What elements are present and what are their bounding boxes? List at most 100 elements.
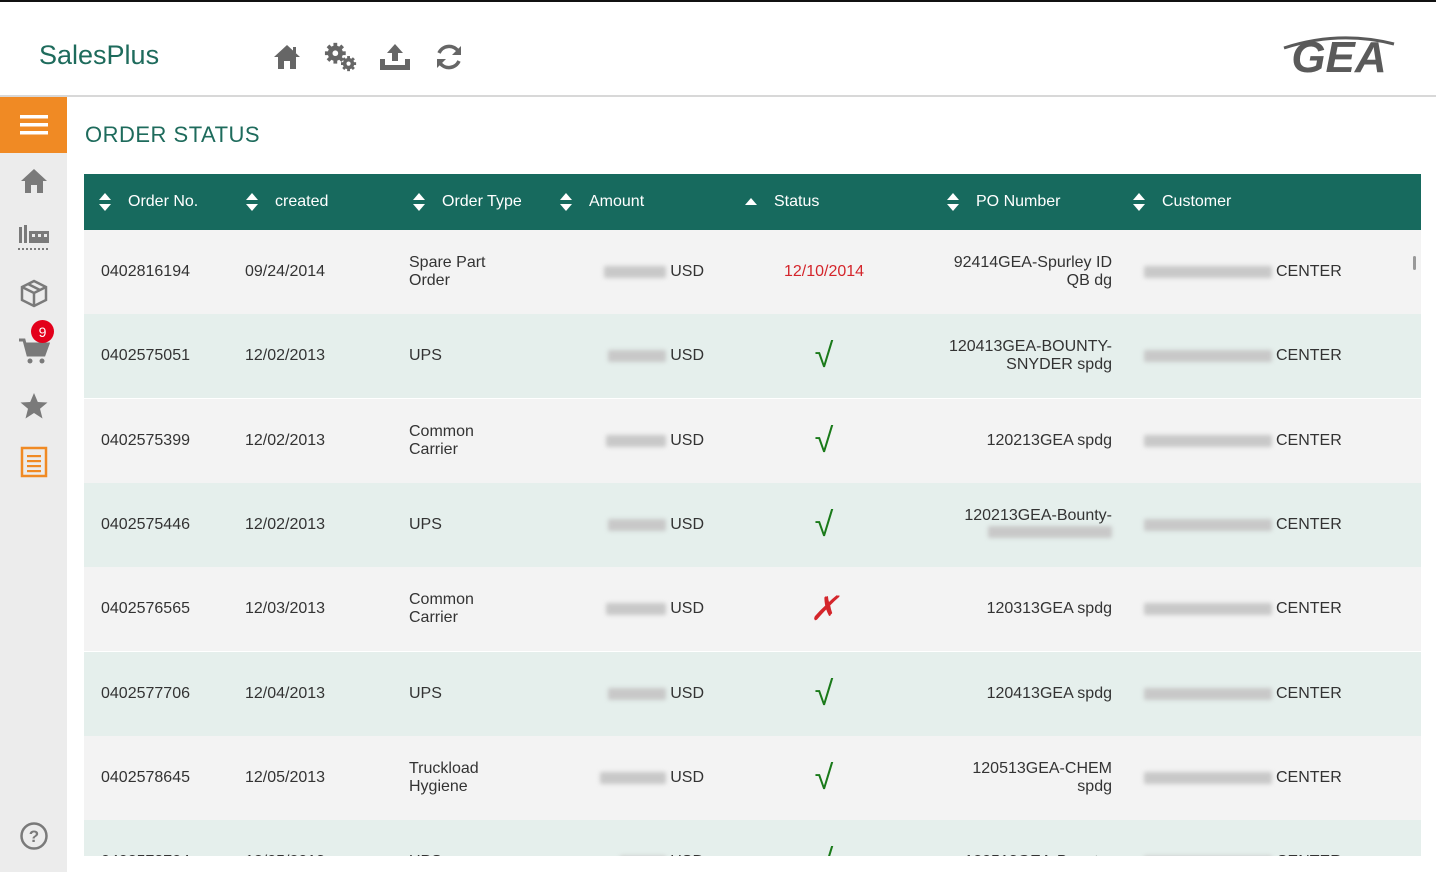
table-row[interactable]: 0402578645 12/05/2013 Truckload Hygiene USD √…	[84, 735, 1421, 820]
order-number[interactable]: 0402816194	[101, 230, 190, 314]
settings-gears-icon[interactable]	[324, 40, 358, 74]
status: √	[764, 314, 884, 398]
amount: USD	[584, 736, 704, 820]
status-value: 12/10/2014	[783, 263, 865, 280]
factory-icon[interactable]	[16, 219, 52, 255]
customer-suffix: CENTER	[1276, 347, 1342, 365]
order-number[interactable]: 0402575446	[101, 483, 190, 567]
table-row[interactable]: 0402576565 12/03/2013 Common Carrier USD ✗ 120…	[84, 567, 1421, 652]
column-header-created[interactable]: created	[245, 174, 328, 230]
redacted-po-text	[988, 525, 1112, 538]
order-type: UPS	[409, 314, 529, 398]
column-header-order-type[interactable]: Order Type	[412, 174, 522, 230]
column-header-status[interactable]: Status	[744, 174, 819, 230]
sort-toggle-icon	[98, 192, 112, 212]
status-value: √	[814, 421, 834, 460]
status: √	[764, 736, 884, 820]
column-header-amount[interactable]: Amount	[559, 174, 644, 230]
order-number[interactable]: 0402578645	[101, 736, 190, 820]
order-number[interactable]: 0402578704	[101, 820, 190, 856]
amount-currency: USD	[670, 853, 704, 856]
po-number-line: spdg	[1077, 777, 1112, 795]
status: √	[764, 483, 884, 567]
po-number: 120513GEA-CHEM spdg	[944, 736, 1112, 820]
help-icon[interactable]: ?	[16, 818, 52, 854]
amount: USD	[584, 652, 704, 736]
star-icon[interactable]	[16, 388, 52, 424]
customer: CENTER	[1144, 399, 1364, 483]
order-type-line: Order	[409, 272, 450, 289]
table-row[interactable]: 0402578704 12/05/2013 UPS USD √ 120513GEA-Bou…	[84, 820, 1421, 856]
redacted-customer	[1144, 434, 1272, 447]
customer: CENTER	[1144, 820, 1364, 856]
table-row[interactable]: 0402575399 12/02/2013 Common Carrier USD √ 120…	[84, 398, 1421, 483]
customer: CENTER	[1144, 483, 1364, 567]
table-row[interactable]: 0402575446 12/02/2013 UPS USD √ 120213GEA-Bou…	[84, 482, 1421, 567]
po-number-line: 120213GEA-Bounty-	[964, 506, 1112, 524]
package-icon[interactable]	[16, 275, 52, 311]
order-type-line: UPS	[409, 515, 442, 533]
column-header-customer[interactable]: Customer	[1132, 174, 1231, 230]
order-type: UPS	[409, 483, 529, 567]
menu-button[interactable]	[0, 97, 67, 153]
column-label: created	[275, 193, 329, 210]
po-number: 120313GEA spdg	[944, 567, 1112, 651]
order-status-table: Order No. created Order Type Amount Stat…	[84, 174, 1421, 856]
order-number[interactable]: 0402575399	[101, 399, 190, 483]
redacted-amount	[604, 266, 667, 278]
table-scrollbar[interactable]	[1413, 256, 1416, 270]
po-number: 120213GEA spdg	[944, 399, 1112, 483]
customer-suffix: CENTER	[1276, 853, 1342, 856]
order-type-line: Common	[409, 422, 474, 440]
order-list-icon[interactable]	[16, 444, 52, 480]
order-number[interactable]: 0402577706	[101, 652, 190, 736]
sort-toggle-icon	[245, 192, 259, 212]
status-value: √	[815, 845, 834, 856]
column-label: Order No.	[128, 193, 199, 210]
redacted-customer	[1144, 266, 1272, 278]
amount: USD	[584, 399, 704, 483]
table-row[interactable]: 0402575051 12/02/2013 UPS USD √ 120413GEA-BOU…	[84, 314, 1421, 399]
order-type-line: Spare Part	[409, 254, 486, 271]
sidebar-home-icon[interactable]	[16, 163, 52, 199]
order-type-line: Hygiene	[409, 777, 468, 795]
created-date: 12/02/2013	[245, 431, 326, 449]
home-icon[interactable]	[270, 40, 304, 74]
redacted-amount	[608, 687, 667, 700]
redacted-amount	[608, 350, 667, 363]
sort-toggle-icon	[1132, 192, 1146, 212]
app-title: SalesPlus	[39, 40, 160, 70]
customer-suffix: CENTER	[1276, 768, 1342, 786]
table-header: Order No. created Order Type Amount Stat…	[84, 174, 1421, 230]
customer: CENTER	[1144, 736, 1364, 820]
svg-text:?: ?	[29, 827, 39, 846]
redacted-customer	[1144, 687, 1272, 700]
po-number-line: 92414GEA-Spurley ID	[953, 254, 1112, 271]
status: √	[764, 399, 884, 483]
redacted-amount	[606, 434, 667, 447]
order-number[interactable]: 0402576565	[101, 567, 190, 651]
column-header-order-no[interactable]: Order No.	[98, 174, 198, 230]
status-value: √	[814, 505, 834, 544]
gea-logo: GEA	[1280, 32, 1398, 82]
sync-icon[interactable]	[432, 40, 466, 74]
redacted-amount	[606, 603, 667, 616]
column-header-po-number[interactable]: PO Number	[946, 174, 1060, 230]
status-value: ✗	[809, 590, 839, 629]
table-row[interactable]: 0402577706 12/04/2013 UPS USD √ 120413GEA spd…	[84, 651, 1421, 736]
sort-ascending-icon	[744, 192, 758, 212]
upload-icon[interactable]	[378, 40, 412, 74]
sort-toggle-icon	[946, 192, 960, 212]
column-label: PO Number	[976, 193, 1061, 210]
order-number[interactable]: 0402575051	[101, 314, 190, 398]
app-header: SalesPlus GEA	[0, 2, 1436, 97]
order-type-line: Common	[409, 591, 474, 609]
status-value: √	[814, 337, 834, 376]
created-date: 12/02/2013	[245, 515, 326, 533]
customer-suffix: CENTER	[1276, 600, 1342, 618]
po-number-line: 120313GEA spdg	[986, 600, 1112, 618]
table-row[interactable]: 0402816194 09/24/2014 Spare Part Order USD 12…	[84, 230, 1421, 314]
amount: USD	[584, 820, 704, 856]
cart-count-badge: 9	[31, 320, 54, 343]
amount-currency: USD	[670, 515, 704, 533]
